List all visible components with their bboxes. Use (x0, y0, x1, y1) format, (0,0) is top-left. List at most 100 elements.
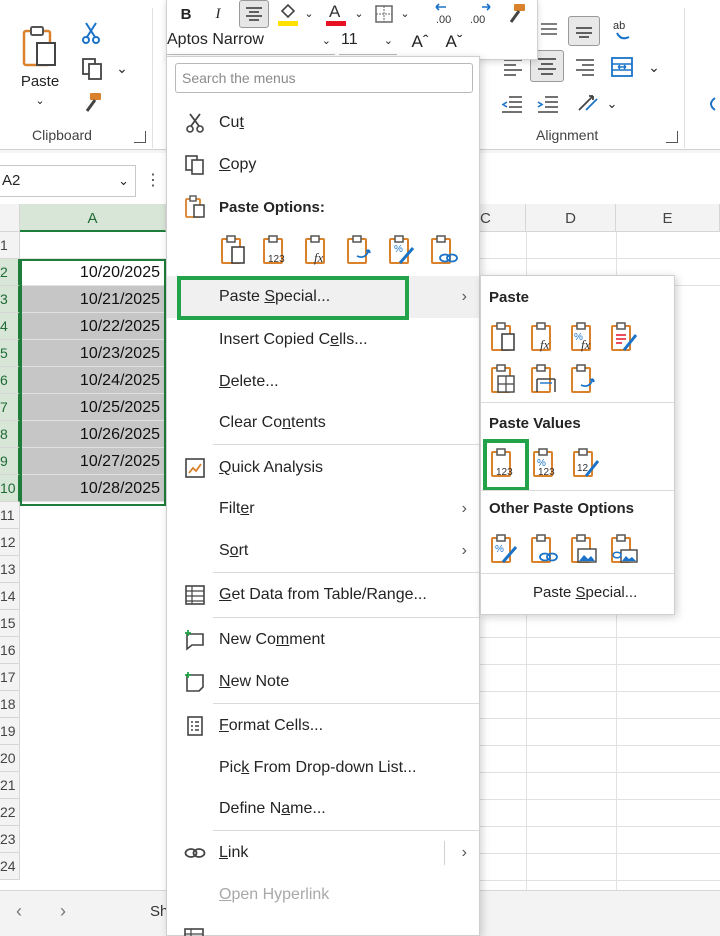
align-bottom-button[interactable] (568, 16, 600, 46)
row-header[interactable]: 16 (0, 637, 20, 664)
cell-a5[interactable]: 10/23/2025 (20, 340, 166, 367)
cell-a8[interactable]: 10/26/2025 (20, 421, 166, 448)
chevron-down-icon[interactable]: ⌄ (118, 173, 129, 189)
row-header[interactable]: 6 (0, 367, 20, 394)
scroll-left-icon[interactable]: ‹ (16, 901, 22, 922)
orientation-button[interactable]: ab (610, 16, 636, 44)
cut-button[interactable] (80, 20, 102, 46)
row-header[interactable]: 5 (0, 340, 20, 367)
select-all-corner[interactable] (0, 204, 20, 232)
cell-a2[interactable]: 10/20/2025 (20, 259, 166, 286)
paste-picture-icon[interactable] (567, 532, 601, 566)
scroll-right-icon[interactable]: › (60, 901, 66, 922)
paste-formulas-number-format-icon[interactable]: % fx (567, 320, 601, 354)
fill-color-chevron-icon[interactable]: ⌄ (303, 4, 315, 22)
align-middle-button[interactable] (538, 18, 560, 40)
menu-item-new-comment[interactable]: New Comment (167, 620, 479, 660)
row-header[interactable]: 18 (0, 691, 20, 718)
cell-a4[interactable]: 10/22/2025 (20, 313, 166, 340)
font-color-chevron-icon[interactable]: ⌄ (353, 4, 365, 22)
paste-values-source-formatting-icon[interactable]: 12 (569, 446, 603, 480)
font-size-select[interactable]: 11 ⌄ (339, 31, 397, 55)
font-color-button[interactable]: A (323, 0, 349, 28)
name-box[interactable]: A2 ⌄ (0, 165, 136, 197)
chevron-down-icon[interactable]: ⌄ (384, 34, 393, 47)
paste-button[interactable]: Paste ⌄ (14, 18, 66, 114)
menu-item-clear-contents[interactable]: Clear Contents (167, 403, 479, 443)
orientation-chevron-icon[interactable]: ⌄ (604, 96, 620, 112)
paste-link-icon[interactable] (527, 532, 561, 566)
column-header-c-partial[interactable]: C (480, 204, 526, 232)
column-header-d[interactable]: D (526, 204, 616, 232)
cell-a6[interactable]: 10/24/2025 (20, 367, 166, 394)
borders-button[interactable] (371, 2, 397, 26)
row-header[interactable]: 24 (0, 853, 20, 880)
row-header[interactable]: 20 (0, 745, 20, 772)
cell-a10[interactable]: 10/28/2025 (20, 475, 166, 502)
menu-item-insert-copied-cells[interactable]: Insert Copied Cells... (167, 320, 479, 360)
decrease-indent-button[interactable] (498, 92, 526, 116)
row-header[interactable]: 14 (0, 583, 20, 610)
paste-no-borders-icon[interactable] (487, 362, 521, 396)
submenu-paste-special-item[interactable]: Paste Special... (481, 574, 674, 614)
menu-item-delete[interactable]: Delete... (167, 362, 479, 402)
menu-item-filter[interactable]: Filter › (167, 489, 479, 529)
row-header[interactable]: 11 (0, 502, 20, 529)
menu-search-input[interactable]: Search the menus (175, 63, 473, 93)
menu-item-link[interactable]: Link › (167, 833, 479, 873)
more-options-icon[interactable]: ⋮ (145, 170, 161, 190)
column-header-e[interactable]: E (616, 204, 720, 232)
bold-button[interactable]: B (175, 2, 197, 26)
row-header[interactable]: 21 (0, 772, 20, 799)
alignment-launcher-icon[interactable] (666, 131, 678, 143)
paste-option-transpose-icon[interactable] (343, 233, 377, 267)
fill-color-button[interactable] (275, 0, 301, 28)
row-header[interactable]: 23 (0, 826, 20, 853)
row-header[interactable]: 8 (0, 421, 20, 448)
orientation-angle-button[interactable] (574, 90, 602, 116)
column-header-a[interactable]: A (20, 204, 166, 232)
cell-a3[interactable]: 10/21/2025 (20, 286, 166, 313)
menu-item-quick-analysis[interactable]: Quick Analysis (167, 448, 479, 488)
row-header[interactable]: 3 (0, 286, 20, 313)
paste-keep-column-widths-icon[interactable] (527, 362, 561, 396)
clipboard-launcher-icon[interactable] (134, 131, 146, 143)
cell-a1[interactable] (20, 232, 166, 259)
paste-formatting-icon[interactable]: % (487, 532, 521, 566)
paste-values-icon[interactable]: 123 (487, 446, 521, 480)
chevron-down-icon[interactable]: ⌄ (35, 94, 44, 107)
borders-chevron-icon[interactable]: ⌄ (399, 4, 411, 22)
row-header[interactable]: 13 (0, 556, 20, 583)
row-header[interactable]: 9 (0, 448, 20, 475)
menu-item-copy[interactable]: Copy (167, 145, 479, 185)
align-right-button[interactable] (572, 54, 598, 80)
menu-item-format-cells[interactable]: Format Cells... (167, 706, 479, 746)
chevron-right-icon[interactable]: › (462, 844, 467, 862)
menu-item-sort[interactable]: Sort › (167, 531, 479, 571)
next-group-partial-icon[interactable] (700, 92, 720, 116)
row-header[interactable]: 12 (0, 529, 20, 556)
paste-keep-source-formatting-icon[interactable] (607, 320, 641, 354)
copy-dropdown-chevron-icon[interactable]: ⌄ (114, 58, 130, 78)
menu-item-pick-from-dropdown[interactable]: Pick From Drop-down List... (167, 748, 479, 788)
font-name-select[interactable]: Aptos Narrow ⌄ (167, 31, 335, 55)
copy-button[interactable] (80, 56, 104, 82)
paste-formulas-icon[interactable]: fx (527, 320, 561, 354)
row-header[interactable]: 10 (0, 475, 20, 502)
center-align-button[interactable] (239, 0, 269, 28)
row-header[interactable]: 22 (0, 799, 20, 826)
cell-a9[interactable]: 10/27/2025 (20, 448, 166, 475)
paste-linked-picture-icon[interactable] (607, 532, 641, 566)
paste-option-formatting-icon[interactable]: % (385, 233, 419, 267)
italic-button[interactable]: I (207, 2, 229, 26)
row-header[interactable]: 7 (0, 394, 20, 421)
cell-a7[interactable]: 10/25/2025 (20, 394, 166, 421)
paste-option-paste-icon[interactable] (217, 233, 251, 267)
paste-option-link-icon[interactable] (427, 233, 461, 267)
menu-item-cut[interactable]: Cut (167, 103, 479, 143)
decrease-decimal-button[interactable]: .00 (433, 0, 459, 28)
menu-item-paste-special[interactable]: Paste Special... › (167, 276, 479, 318)
merge-dropdown-chevron-icon[interactable]: ⌄ (646, 58, 662, 76)
grow-font-button[interactable]: Aˆ (405, 30, 435, 54)
format-painter-button[interactable] (503, 0, 529, 28)
